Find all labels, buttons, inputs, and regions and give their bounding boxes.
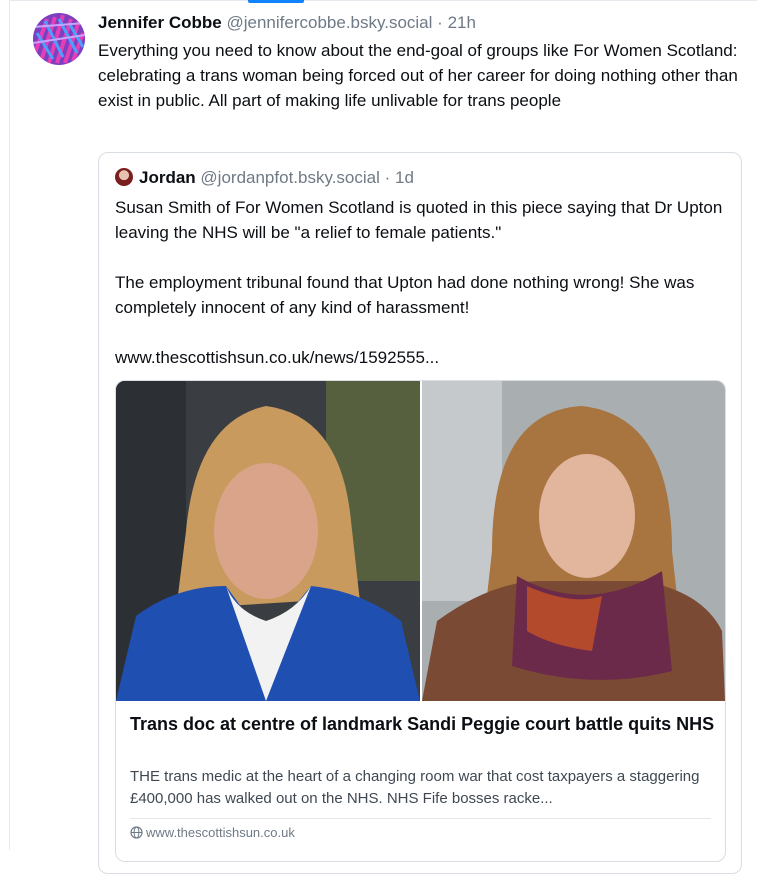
link-card-image <box>116 381 725 701</box>
link-card-domain-text: www.thescottishsun.co.uk <box>146 825 295 840</box>
quoted-post[interactable]: Jordan @jordanpfot.bsky.social · 1d Susa… <box>98 152 742 874</box>
link-card-divider <box>130 818 711 819</box>
post-text: Everything you need to know about the en… <box>98 41 738 110</box>
quote-author-handle[interactable]: @jordanpfot.bsky.social <box>200 168 379 187</box>
author-avatar[interactable] <box>33 13 85 65</box>
globe-icon <box>130 825 143 845</box>
link-card-description: THE trans medic at the heart of a changi… <box>130 768 700 807</box>
quote-paragraph: Susan Smith of For Women Scotland is quo… <box>115 198 723 242</box>
quote-text: Susan Smith of For Women Scotland is quo… <box>115 195 727 395</box>
active-tab-indicator <box>248 0 304 3</box>
header-separator: · <box>437 13 443 32</box>
post-header: Jennifer Cobbe @jennifercobbe.bsky.socia… <box>98 10 746 36</box>
post[interactable]: Jennifer Cobbe @jennifercobbe.bsky.socia… <box>98 10 746 113</box>
quote-header-separator: · <box>384 168 391 187</box>
photo-right <box>422 381 725 701</box>
quote-link[interactable]: www.thescottishsun.co.uk/news/1592555... <box>115 345 727 370</box>
author-name[interactable]: Jennifer Cobbe <box>98 13 222 32</box>
link-card[interactable]: Trans doc at centre of landmark Sandi Pe… <box>115 380 726 862</box>
photo-left <box>116 381 420 701</box>
feed-top-border <box>9 0 757 1</box>
quote-timestamp[interactable]: 1d <box>395 168 414 187</box>
post-timestamp[interactable]: 21h <box>448 13 476 32</box>
quote-author-avatar[interactable] <box>115 168 133 186</box>
quote-paragraph: The employment tribunal found that Upton… <box>115 273 695 317</box>
quote-header: Jordan @jordanpfot.bsky.social · 1d <box>115 165 414 191</box>
quote-author-name[interactable]: Jordan <box>139 168 196 187</box>
link-card-title[interactable]: Trans doc at centre of landmark Sandi Pe… <box>130 712 715 737</box>
author-handle[interactable]: @jennifercobbe.bsky.social <box>226 13 432 32</box>
feed-left-border <box>9 0 10 850</box>
link-card-domain: www.thescottishsun.co.uk <box>130 823 295 845</box>
